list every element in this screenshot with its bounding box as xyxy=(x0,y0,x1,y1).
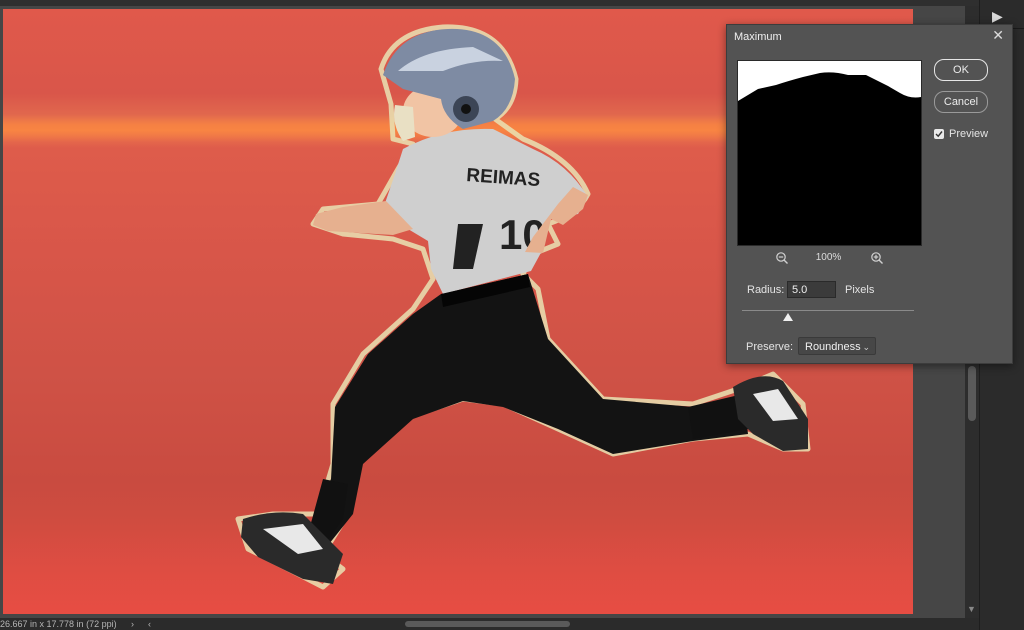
radius-slider-thumb[interactable] xyxy=(783,313,793,321)
filter-preview[interactable] xyxy=(737,60,922,246)
preserve-value: Roundness xyxy=(805,341,861,353)
checkmark-icon[interactable] xyxy=(934,129,944,139)
radius-unit: Pixels xyxy=(845,284,875,296)
scroll-down-arrow-icon[interactable]: ▼ xyxy=(967,604,976,614)
status-bar: 26.667 in x 17.778 in (72 ppi) › ‹ xyxy=(0,618,979,630)
dialog-title: Maximum xyxy=(734,31,782,43)
zoom-controls: 100% xyxy=(737,251,920,265)
preview-label: Preview xyxy=(949,128,989,140)
horizontal-scroll-thumb[interactable] xyxy=(405,621,570,627)
radius-label: Radius: xyxy=(747,284,785,296)
close-icon[interactable]: ✕ xyxy=(992,27,1004,44)
zoom-in-icon[interactable] xyxy=(870,251,884,268)
chevron-down-icon: ⌄ xyxy=(862,342,870,352)
preserve-select[interactable]: Roundness ⌄ xyxy=(798,337,876,355)
play-icon[interactable]: ▶ xyxy=(992,8,1003,25)
radius-slider-track[interactable] xyxy=(742,310,914,311)
vertical-scroll-thumb[interactable] xyxy=(968,366,976,421)
document-size: 26.667 in x 17.778 in (72 ppi) xyxy=(0,619,117,629)
scroll-left-arrow-icon[interactable]: ‹ xyxy=(148,618,151,630)
preserve-label: Preserve: xyxy=(746,341,794,353)
maximum-dialog: Maximum ✕ 100% OK Cancel Preview Radius:… xyxy=(726,24,1013,364)
radius-input[interactable]: 5.0 xyxy=(787,281,836,298)
cancel-button[interactable]: Cancel xyxy=(934,91,988,113)
ok-button[interactable]: OK xyxy=(934,59,988,81)
zoom-level: 100% xyxy=(815,252,842,263)
status-menu-chevron-icon[interactable]: › xyxy=(131,618,134,630)
